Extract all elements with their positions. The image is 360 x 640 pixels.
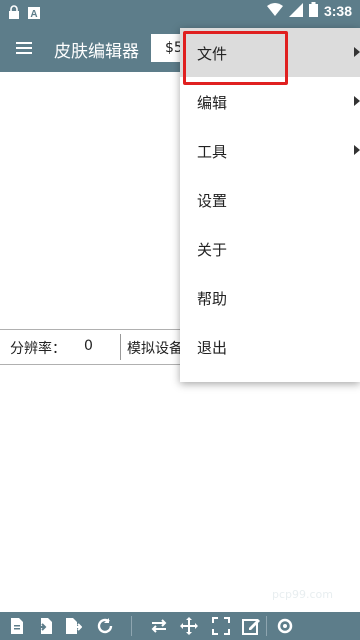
menu-item-help[interactable]: 帮助	[180, 273, 360, 322]
menu-item-label: 工具	[197, 143, 228, 161]
bottom-toolbar	[0, 612, 360, 640]
a-notification-icon: A	[28, 4, 40, 23]
info-divider	[120, 334, 121, 360]
menu-item-label: 关于	[197, 241, 228, 259]
export-icon[interactable]	[64, 617, 83, 635]
menu-item-settings[interactable]: 设置	[180, 175, 360, 224]
wifi-icon	[266, 2, 283, 20]
settings-icon[interactable]	[276, 617, 294, 635]
menu-item-label: 帮助	[197, 290, 228, 308]
refresh-icon[interactable]	[96, 617, 114, 635]
lock-icon	[8, 4, 20, 23]
hamburger-menu-icon[interactable]	[10, 34, 38, 62]
status-bar: A 3:38	[0, 0, 360, 24]
resolution-value: 0	[84, 338, 93, 354]
menu-item-label: 编辑	[197, 94, 228, 112]
menu-item-about[interactable]: 关于	[180, 224, 360, 273]
toolbar-divider	[266, 616, 267, 636]
battery-icon	[308, 2, 318, 20]
swap-icon[interactable]	[150, 617, 168, 635]
import-icon[interactable]	[36, 617, 54, 635]
submenu-arrow-icon	[354, 96, 360, 106]
fullscreen-icon[interactable]	[212, 617, 230, 635]
edit-icon[interactable]	[242, 617, 260, 635]
menu-item-tools[interactable]: 工具	[180, 126, 360, 175]
device-selector[interactable]: 模拟设备	[127, 338, 183, 358]
menu-item-label: 设置	[197, 192, 228, 210]
menu-item-label: 退出	[197, 339, 228, 357]
clock-time: 3:38	[323, 3, 352, 19]
submenu-arrow-icon	[354, 47, 360, 57]
signal-icon	[288, 2, 303, 20]
watermark: pcp99.com	[272, 588, 333, 601]
toolbar-divider	[131, 616, 132, 636]
resolution-label: 分辨率：	[10, 341, 66, 357]
annotation-highlight-box	[183, 31, 288, 85]
menu-item-exit[interactable]: 退出	[180, 322, 360, 371]
submenu-arrow-icon	[354, 145, 360, 155]
app-title: 皮肤编辑器	[54, 42, 139, 62]
move-icon[interactable]	[180, 617, 198, 635]
new-file-icon[interactable]	[8, 617, 26, 635]
svg-text:A: A	[30, 9, 37, 19]
